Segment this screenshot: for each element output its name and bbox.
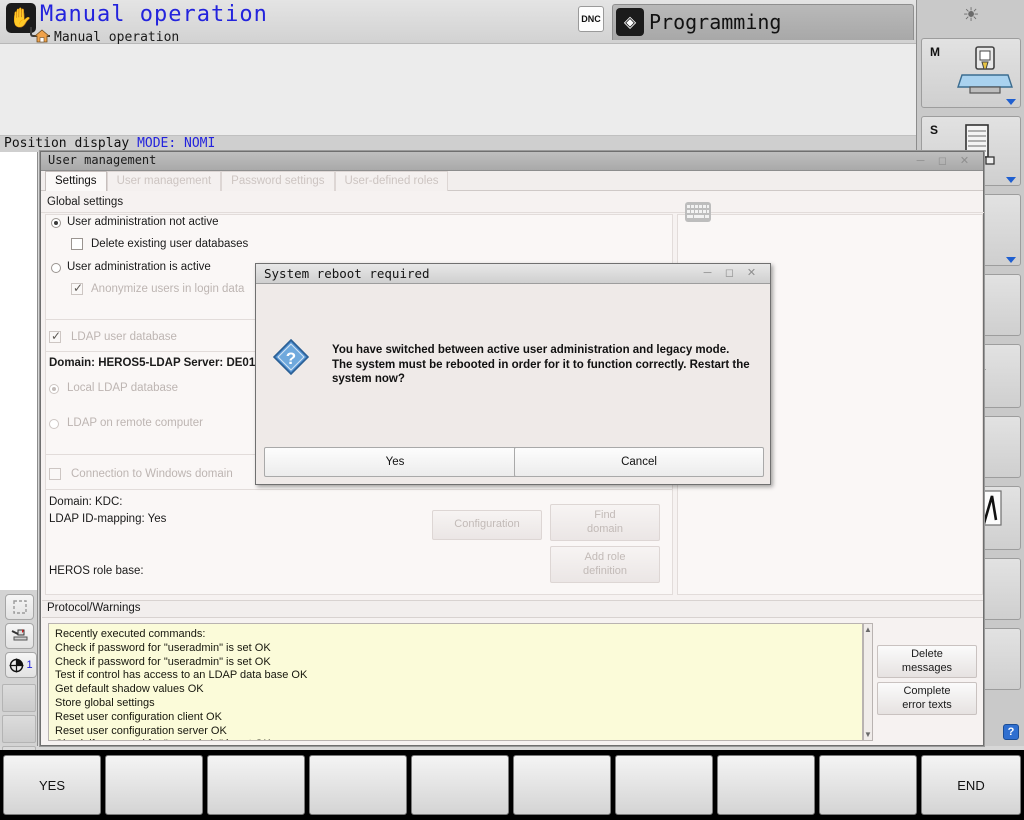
label-user-admin-not-active: User administration not active (67, 216, 219, 228)
radio-ldap-remote-computer[interactable] (49, 419, 59, 429)
left-toolbar: 1 (0, 152, 38, 774)
softkey-7[interactable] (615, 755, 713, 815)
label-heros-role-base: HEROS role base: (49, 565, 144, 577)
section-global-settings: Global settings (47, 196, 124, 208)
softkey-end[interactable]: END (921, 755, 1021, 815)
machine-table-icon (957, 46, 1013, 94)
minimize-icon[interactable]: ─ (701, 267, 714, 280)
checkbox-ldap-user-database[interactable]: ✓ (49, 329, 62, 343)
position-display-line: Position display MODE: NOMI (0, 136, 916, 152)
modal-titlebar: System reboot required ─ ◻ ✕ (256, 264, 770, 284)
left-blank-1[interactable] (2, 684, 36, 712)
label-domain-kdc: Domain: KDC: (49, 496, 123, 508)
diamond-icon: ◈ (616, 8, 644, 36)
label-ldap-remote-computer: LDAP on remote computer (67, 417, 203, 429)
tab-programming-label: Programming (649, 10, 782, 34)
sidebar-cell-tool-caret-icon[interactable] (1006, 257, 1016, 263)
delete-messages-button[interactable]: Delete messages (877, 645, 977, 678)
label-ldap-user-database: LDAP user database (71, 331, 177, 343)
top-header: ✋ Manual operation Manual operation DNC … (0, 0, 916, 45)
checkbox-delete-existing-db[interactable] (71, 238, 83, 250)
keyboard-icon[interactable] (685, 202, 711, 222)
clock-icon[interactable]: ☀ (959, 4, 983, 28)
minimize-icon[interactable]: ─ (914, 155, 927, 168)
home-icon (34, 29, 50, 43)
label-ldap-id-mapping: LDAP ID-mapping: Yes (49, 513, 167, 525)
user-management-titlebar: User management ─ ◻ ✕ (41, 152, 983, 171)
breadcrumb: Manual operation (54, 30, 180, 45)
datum-number: 1 (26, 659, 33, 671)
softkey-2[interactable] (105, 755, 203, 815)
protocol-log-text: Recently executed commands: Check if pas… (55, 628, 308, 740)
scroll-up-icon[interactable]: ▲ (864, 625, 872, 634)
label-anonymize-users: Anonymize users in login data (91, 283, 245, 295)
softkey-5[interactable] (411, 755, 509, 815)
user-management-tabs: Settings User management Password settings… (41, 171, 983, 191)
add-role-definition-button[interactable]: Add role definition (550, 546, 660, 583)
label-local-ldap-database: Local LDAP database (67, 382, 179, 394)
tab-user-defined-roles[interactable]: User-defined roles (334, 171, 449, 191)
divider-5 (45, 489, 673, 490)
page-title: Manual operation (40, 2, 268, 27)
checkbox-anonymize-users[interactable]: ✓ (71, 281, 84, 295)
sidebar-cell-m[interactable]: M (921, 38, 1021, 108)
softkey-3[interactable] (207, 755, 305, 815)
position-display-label: Position display (4, 136, 138, 151)
complete-error-texts-button[interactable]: Complete error texts (877, 682, 977, 715)
check-tick-icon: ✓ (51, 329, 62, 343)
protocol-warnings-header: Protocol/Warnings (47, 602, 141, 614)
protocol-warnings-header-bar (42, 600, 983, 618)
close-icon[interactable]: ✕ (958, 155, 971, 168)
softkey-9[interactable] (819, 755, 917, 815)
datum-icon[interactable]: 1 (5, 652, 37, 678)
left-blank-2[interactable] (2, 715, 36, 743)
label-windows-domain: Connection to Windows domain (71, 468, 233, 480)
svg-text:?: ? (286, 349, 296, 368)
screen-root: ✋ Manual operation Manual operation DNC … (0, 0, 1024, 820)
help-badge[interactable]: ? (1003, 724, 1019, 740)
tab-programming[interactable]: ◈ Programming (612, 4, 914, 40)
divider-1 (41, 212, 984, 213)
configuration-button[interactable]: Configuration (432, 510, 542, 540)
user-management-title: User management (48, 153, 157, 167)
question-icon: ? (273, 339, 309, 375)
yes-button[interactable]: Yes (264, 447, 526, 477)
scroll-down-icon[interactable]: ▼ (864, 730, 872, 739)
find-domain-button[interactable]: Find domain (550, 504, 660, 541)
position-display-mode: MODE: NOMI (137, 136, 216, 151)
tab-password-settings[interactable]: Password settings (221, 171, 335, 191)
tab-user-management[interactable]: User management (106, 171, 222, 191)
rotate-workpiece-icon[interactable] (5, 594, 34, 620)
softkey-yes[interactable]: YES (3, 755, 101, 815)
sidebar-cell-s-letter: S (930, 123, 939, 137)
maximize-icon[interactable]: ◻ (723, 267, 736, 280)
maximize-icon[interactable]: ◻ (936, 155, 949, 168)
label-user-admin-active: User administration is active (67, 261, 211, 273)
label-delete-existing-db: Delete existing user databases (91, 238, 249, 250)
softkey-4[interactable] (309, 755, 407, 815)
radio-local-ldap-database[interactable] (49, 384, 59, 394)
softkey-bar: YES END (0, 750, 1024, 820)
softkey-6[interactable] (513, 755, 611, 815)
radio-user-admin-not-active[interactable] (51, 218, 61, 228)
modal-title: System reboot required (264, 266, 430, 281)
close-icon[interactable]: ✕ (745, 267, 758, 280)
left-white-panel (0, 152, 37, 590)
check-tick-icon: ✓ (73, 281, 84, 295)
sidebar-cell-m-letter: M (930, 45, 940, 59)
radio-user-admin-active[interactable] (51, 263, 61, 273)
protocol-log-scrollbar[interactable]: ▲ ▼ (863, 623, 873, 741)
cancel-button[interactable]: Cancel (514, 447, 764, 477)
tool-change-icon[interactable] (5, 623, 34, 649)
checkbox-windows-domain[interactable] (49, 468, 61, 480)
sidebar-cell-m-caret-icon[interactable] (1006, 99, 1016, 105)
tab-settings[interactable]: Settings (45, 171, 107, 191)
softkey-8[interactable] (717, 755, 815, 815)
system-reboot-dialog: System reboot required ─ ◻ ✕ ? You have … (255, 263, 771, 485)
secondary-band (0, 44, 916, 136)
dnc-badge[interactable]: DNC (578, 6, 604, 32)
sidebar-cell-s-caret-icon[interactable] (1006, 177, 1016, 183)
modal-message: You have switched between active user ad… (332, 344, 750, 385)
protocol-log-box[interactable]: Recently executed commands: Check if pas… (48, 623, 863, 741)
